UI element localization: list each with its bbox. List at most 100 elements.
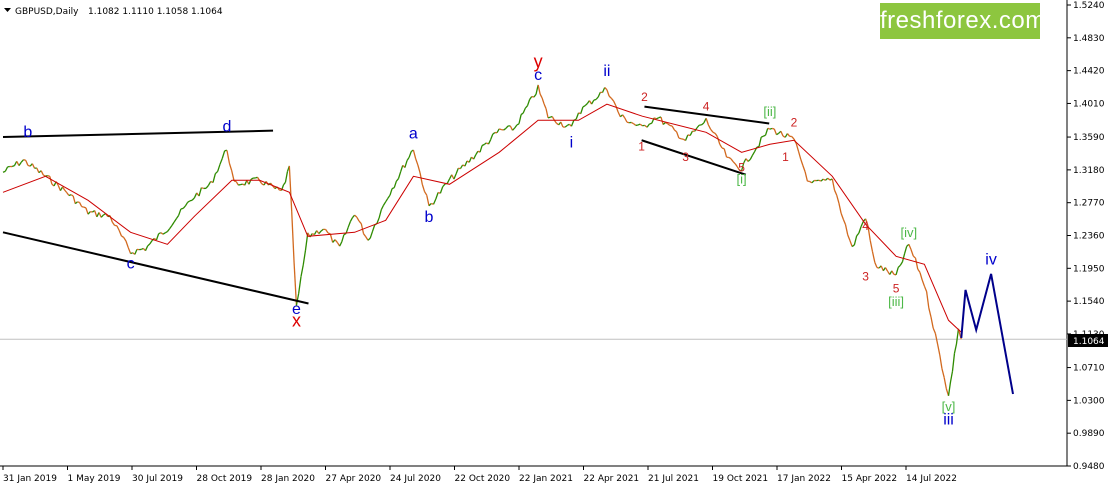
x-tick-label: 22 Jan 2021 [519, 474, 573, 484]
price-segment [87, 211, 91, 215]
price-segment [397, 171, 402, 179]
price-segment [593, 98, 597, 101]
price-segment [207, 181, 212, 186]
y-tick-label: 1.1950 [1073, 264, 1105, 274]
price-segment [412, 149, 417, 159]
price-segment [23, 159, 26, 161]
price-segment [173, 218, 177, 223]
price-segment [747, 158, 751, 162]
price-segment [570, 120, 575, 127]
price-segment [490, 133, 494, 140]
price-segment [524, 105, 528, 109]
price-segment [696, 124, 700, 129]
current-price-label: 1.1064 [1073, 337, 1105, 347]
price-segment [809, 180, 813, 184]
price-segment [498, 128, 502, 131]
price-segment [936, 343, 941, 355]
price-segment [354, 214, 358, 218]
price-segment [187, 200, 191, 203]
price-segment [235, 181, 239, 186]
price-segment [358, 220, 362, 225]
price-segment [250, 177, 254, 180]
symbol-timeframe: GBPUSD,Daily [15, 7, 79, 17]
price-segment [684, 134, 689, 141]
price-segment [721, 147, 725, 150]
price-segment [367, 237, 371, 241]
price-segment [637, 123, 641, 126]
wave-label: b [23, 124, 32, 141]
price-segment [566, 123, 570, 127]
price-segment [395, 178, 400, 182]
price-segment [432, 198, 437, 205]
y-tick-label: 1.4830 [1073, 34, 1105, 44]
price-segment [633, 123, 637, 126]
price-segment [853, 235, 858, 246]
price-segment [64, 189, 68, 194]
price-segment [771, 127, 775, 130]
price-segment [125, 240, 129, 248]
series-layer [0, 84, 1067, 396]
price-segment [951, 353, 956, 372]
price-segment [880, 265, 884, 271]
price-segment [595, 96, 599, 100]
price-segment [334, 239, 338, 243]
price-segment [689, 130, 693, 136]
price-segment [341, 234, 345, 242]
price-segment [760, 135, 764, 138]
price-segment [716, 136, 721, 145]
price-segment [943, 377, 947, 389]
price-segment [613, 100, 617, 107]
price-segment [701, 122, 705, 126]
price-segment [25, 160, 29, 166]
triangle-down-icon[interactable] [4, 8, 11, 12]
price-segment [575, 112, 580, 120]
price-segment [912, 255, 916, 259]
y-tick-label: 1.2770 [1073, 199, 1105, 209]
price-segment [773, 128, 778, 135]
wave-label: [ii] [763, 104, 776, 119]
price-segment [464, 160, 468, 167]
price-segment [840, 213, 844, 220]
price-segment [953, 343, 958, 354]
price-segment [57, 185, 62, 191]
price-segment [387, 194, 391, 199]
price-segment [282, 181, 286, 186]
price-segment [800, 158, 804, 166]
price-segment [653, 117, 657, 120]
price-segment [325, 229, 329, 234]
price-segment [226, 150, 230, 164]
price-segment [707, 124, 712, 130]
price-segment [714, 133, 718, 138]
price-segment [656, 117, 660, 120]
price-segment [626, 121, 630, 124]
price-segment [175, 214, 180, 219]
price-segment [758, 137, 762, 147]
price-segment [423, 191, 428, 196]
price-segment [671, 125, 675, 131]
price-segment [646, 123, 650, 128]
wave-label: c [534, 67, 542, 84]
price-segment [473, 154, 477, 160]
price-segment [537, 84, 541, 95]
price-segment [899, 261, 904, 266]
price-segment [475, 150, 479, 156]
price-segment [820, 178, 824, 182]
price-segment [526, 99, 531, 106]
price-segment [85, 207, 89, 215]
x-axis: 31 Jan 2019 1 May 2019 30 Jul 2019 28 Oct 2… [2, 466, 957, 484]
y-tick-label: 1.2360 [1073, 232, 1105, 242]
x-tick-label: 22 Oct 2020 [455, 474, 511, 484]
price-segment [591, 99, 595, 105]
price-segment [786, 133, 791, 137]
price-segment [949, 371, 954, 383]
price-segment [728, 156, 732, 160]
price-segment [382, 201, 387, 206]
price-segment [930, 316, 934, 329]
price-segment [939, 354, 943, 369]
price-segment [947, 381, 952, 396]
price-segment [734, 163, 738, 168]
y-tick-label: 1.4420 [1073, 67, 1105, 77]
price-segment [483, 142, 487, 146]
wave-label: b [425, 209, 434, 226]
price-segment [811, 180, 815, 184]
